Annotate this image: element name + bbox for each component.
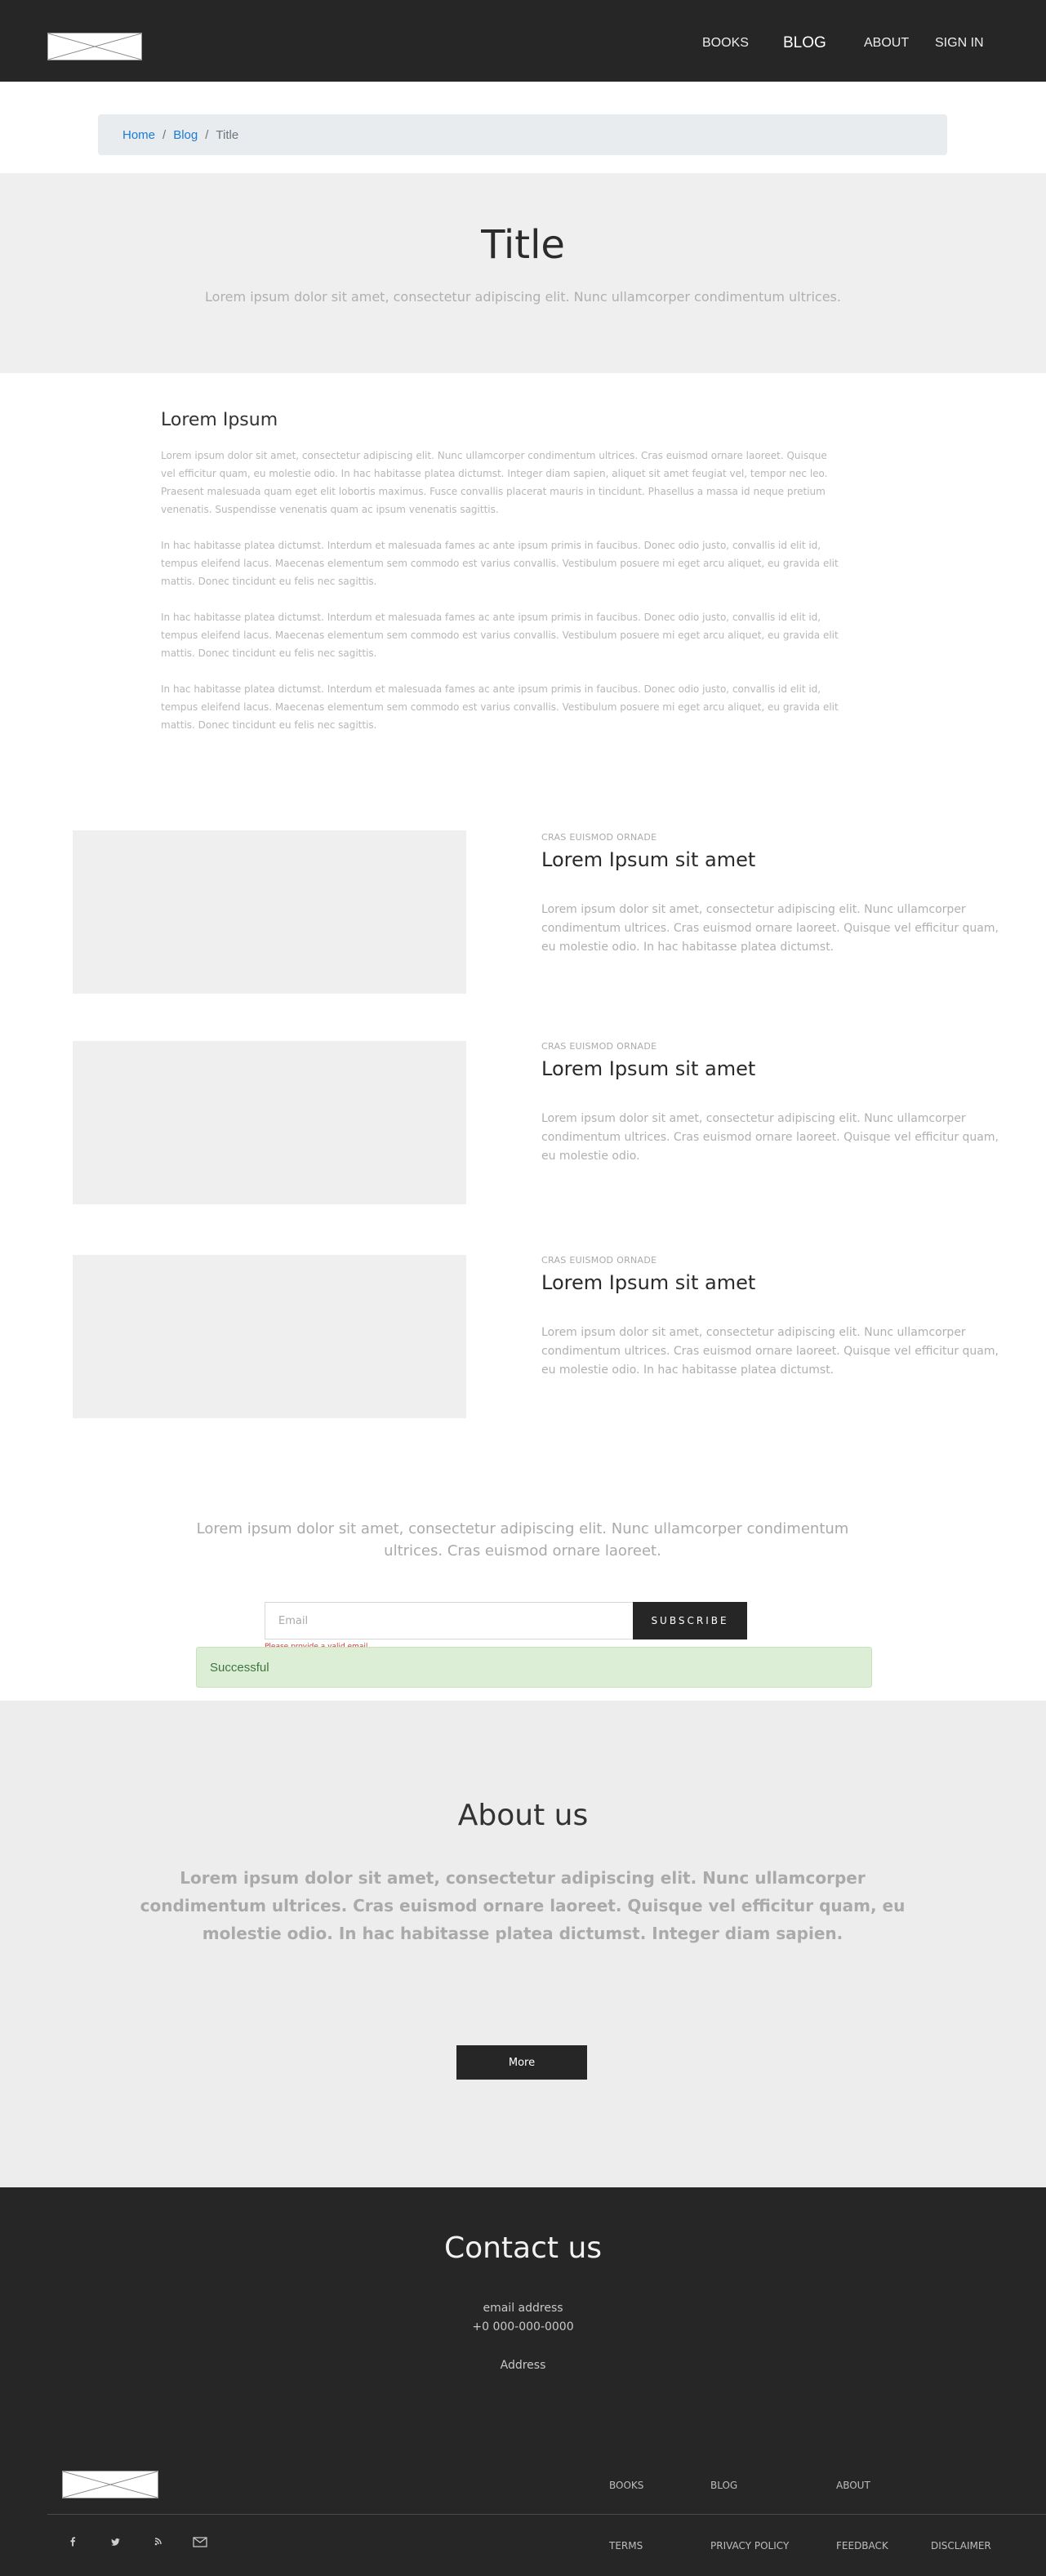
post-image-placeholder[interactable] (73, 1041, 466, 1204)
footer-nav-books[interactable]: BOOKS (609, 2480, 643, 2491)
post-description: Lorem ipsum dolor sit amet, consectetur … (541, 903, 999, 954)
article: Lorem Ipsum Lorem ipsum dolor sit amet, … (0, 373, 1046, 749)
footer-terms[interactable]: TERMS (609, 2540, 643, 2552)
logo-placeholder-icon (63, 2471, 158, 2498)
nav-sign-in[interactable]: SIGN IN (935, 36, 984, 51)
breadcrumb-separator: / (162, 127, 167, 142)
hero-subtitle: Lorem ipsum dolor sit amet, consectetur … (205, 289, 841, 305)
post-description: Lorem ipsum dolor sit amet, consectetur … (541, 1326, 999, 1377)
more-button[interactable]: More (456, 2045, 587, 2080)
rss-icon[interactable] (149, 2533, 167, 2551)
post-description: Lorem ipsum dolor sit amet, consectetur … (541, 1112, 999, 1163)
footer-nav-blog[interactable]: BLOG (710, 2480, 737, 2491)
nav-books[interactable]: BOOKS (702, 36, 749, 51)
logo[interactable] (47, 33, 142, 60)
twitter-icon[interactable] (106, 2533, 124, 2551)
nav-blog[interactable]: BLOG (783, 34, 826, 52)
post-title[interactable]: Lorem Ipsum sit amet (541, 1271, 755, 1294)
footer-feedback[interactable]: FEEDBACK (836, 2540, 888, 2552)
breadcrumb-current: Title (216, 127, 239, 142)
footer-logo[interactable] (62, 2471, 158, 2498)
facebook-icon[interactable] (64, 2533, 82, 2551)
contact-email[interactable]: email address (0, 2302, 1046, 2315)
article-paragraph: In hac habitasse platea dictumst. Interd… (161, 683, 839, 731)
article-paragraph: Lorem ipsum dolor sit amet, consectetur … (161, 450, 828, 515)
contact-phone[interactable]: +0 000-000-0000 (0, 2320, 1046, 2334)
post-card[interactable]: CRAS EUISMOD ORNADE Lorem Ipsum sit amet… (0, 1041, 1046, 1204)
mail-icon[interactable] (191, 2533, 209, 2551)
subscribe-button[interactable]: SUBSCRIBE (633, 1602, 747, 1639)
breadcrumb-section: Home / Blog / Title (0, 82, 1046, 173)
footer-disclaimer[interactable]: DISCLAIMER (931, 2540, 991, 2552)
post-title[interactable]: Lorem Ipsum sit amet (541, 848, 755, 871)
success-alert: Successful (196, 1647, 872, 1688)
breadcrumb-blog[interactable]: Blog (173, 128, 198, 142)
top-nav: BOOKS BLOG ABOUT SIGN IN (0, 0, 1046, 82)
post-kicker: CRAS EUISMOD ORNADE (541, 1255, 657, 1266)
contact-address: Address (500, 2359, 546, 2372)
email-input[interactable] (265, 1602, 634, 1639)
page-title: Title (481, 222, 565, 268)
hero: Title Lorem ipsum dolor sit amet, consec… (0, 173, 1046, 373)
footer-divider (47, 2514, 1046, 2515)
footer-privacy[interactable]: PRIVACY POLICY (710, 2540, 789, 2552)
post-title[interactable]: Lorem Ipsum sit amet (541, 1057, 755, 1080)
post-image-placeholder[interactable] (73, 1255, 466, 1418)
lower-content: CRAS EUISMOD ORNADE Lorem Ipsum sit amet… (0, 749, 1046, 2576)
breadcrumb: Home / Blog / Title (98, 114, 947, 155)
newsletter-text: Lorem ipsum dolor sit amet, consectetur … (196, 1520, 849, 1559)
nav-about[interactable]: ABOUT (864, 36, 909, 51)
about-title: About us (457, 1799, 589, 1832)
contact-footer: Contact us email address +0 000-000-0000… (0, 2187, 1046, 2576)
footer-nav-about[interactable]: ABOUT (836, 2480, 870, 2491)
breadcrumb-home[interactable]: Home (122, 128, 155, 142)
post-card[interactable]: CRAS EUISMOD ORNADE Lorem Ipsum sit amet… (0, 830, 1046, 994)
article-paragraph: In hac habitasse platea dictumst. Interd… (161, 540, 839, 587)
post-kicker: CRAS EUISMOD ORNADE (541, 832, 657, 843)
about-section: About us Lorem ipsum dolor sit amet, con… (0, 1701, 1046, 2187)
logo-placeholder-icon (48, 33, 141, 60)
article-heading: Lorem Ipsum (161, 410, 278, 430)
article-paragraph: In hac habitasse platea dictumst. Interd… (161, 612, 839, 659)
post-image-placeholder[interactable] (73, 830, 466, 994)
breadcrumb-separator: / (205, 127, 209, 142)
contact-title: Contact us (443, 2231, 603, 2265)
post-kicker: CRAS EUISMOD ORNADE (541, 1041, 657, 1052)
post-card[interactable]: CRAS EUISMOD ORNADE Lorem Ipsum sit amet… (0, 1255, 1046, 1418)
about-text: Lorem ipsum dolor sit amet, consectetur … (140, 1868, 906, 1943)
